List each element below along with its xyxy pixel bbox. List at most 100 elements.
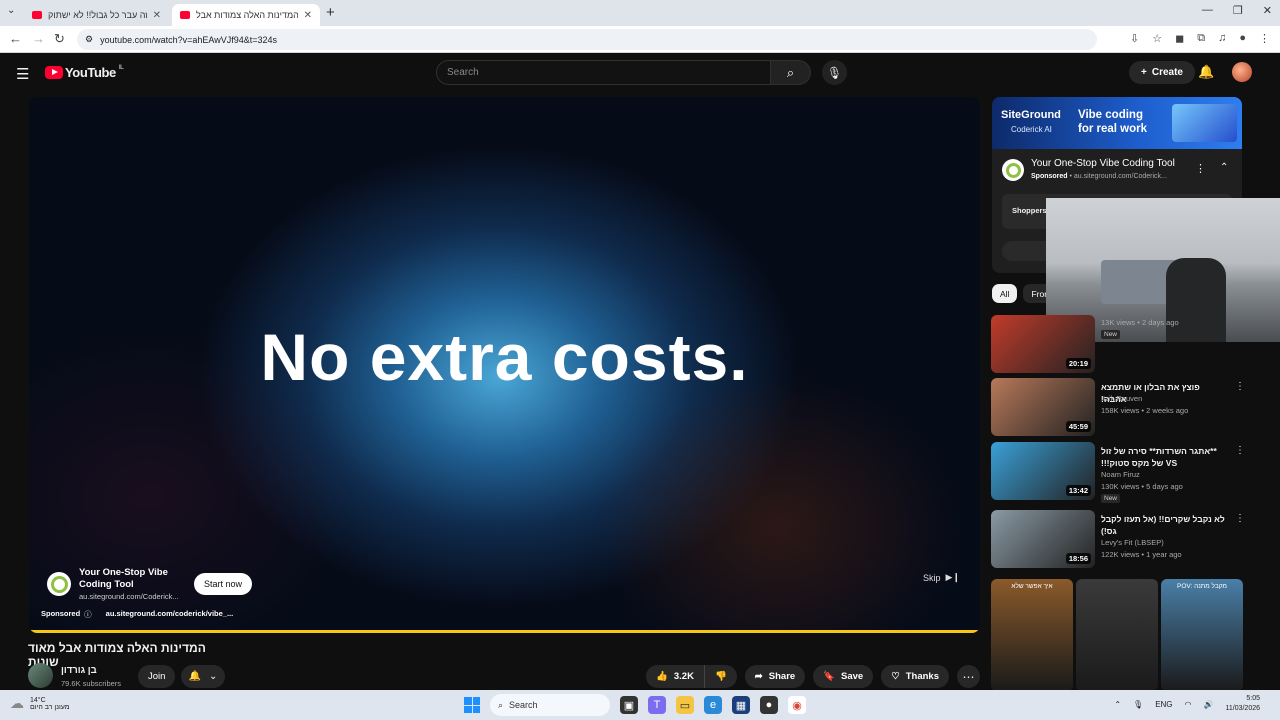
- forward-icon[interactable]: →: [32, 31, 45, 46]
- subscription-bell-button[interactable]: 🔔 ⌄: [181, 665, 225, 688]
- dislike-button[interactable]: 👎: [704, 665, 737, 688]
- minimize-icon[interactable]: —: [1202, 4, 1213, 17]
- wifi-icon[interactable]: ◠: [1185, 700, 1192, 709]
- ad-title[interactable]: Your One-Stop Vibe Coding Tool: [79, 567, 184, 591]
- youtube-logo[interactable]: YouTube IL: [45, 65, 124, 80]
- video-options-icon[interactable]: ⋮: [1235, 445, 1245, 456]
- chrome-icon[interactable]: ◉: [788, 696, 806, 714]
- tab-list-chevron-icon[interactable]: ⌄: [7, 5, 15, 16]
- skip-ad-button[interactable]: Skip ▶❙: [923, 572, 960, 583]
- close-window-icon[interactable]: ✕: [1263, 4, 1272, 17]
- browser-menu-icon[interactable]: ⋮: [1259, 32, 1270, 45]
- info-icon[interactable]: ⓘ: [84, 609, 92, 620]
- create-button[interactable]: + Create: [1129, 61, 1195, 84]
- recommendation-channel[interactable]: Itzik Reuven: [1101, 394, 1142, 403]
- join-button[interactable]: Join: [138, 665, 176, 688]
- edge-icon[interactable]: e: [704, 696, 722, 714]
- youtube-header: ☰ YouTube IL ⌕ 🎙 + Create 🔔: [0, 53, 1280, 95]
- search-input[interactable]: [436, 60, 771, 85]
- language-indicator[interactable]: ENG: [1155, 700, 1172, 709]
- start-now-button[interactable]: Start now: [194, 573, 253, 595]
- maximize-icon[interactable]: ❐: [1233, 4, 1243, 17]
- recommendation-item[interactable]: 18:56 לא נקבל שקרים!! (אל תעזו לקבל גס!) L…: [991, 510, 1245, 572]
- search-icon: ⌕: [786, 64, 795, 80]
- file-explorer-icon[interactable]: ▭: [676, 696, 694, 714]
- tab-close-icon[interactable]: ✕: [304, 10, 312, 21]
- windows-start-icon[interactable]: [464, 697, 480, 713]
- site-info-icon[interactable]: ⚙: [85, 34, 93, 45]
- more-actions-button[interactable]: ⋯: [957, 665, 980, 688]
- channel-name[interactable]: בן גורדון: [61, 665, 97, 676]
- tray-mic-icon[interactable]: 🎙: [1133, 700, 1143, 709]
- media-control-icon[interactable]: ♫: [1218, 32, 1226, 45]
- system-tray: ⌃ 🎙 ENG ◠ 🔊 5:05 11/03/2026: [1114, 694, 1260, 714]
- recommendation-title[interactable]: לא נקבל שקרים!! (אל תעזו לקבל גס!): [1101, 513, 1226, 537]
- advertiser-logo-icon[interactable]: [1002, 159, 1024, 181]
- thanks-button[interactable]: ♡ Thanks: [881, 665, 949, 688]
- recommendation-channel[interactable]: Levy's Fit (LBSEP): [1101, 538, 1164, 547]
- taskbar-search[interactable]: ⌕ Search: [490, 694, 610, 716]
- ad-progress-bar[interactable]: [29, 630, 980, 633]
- recommendation-item[interactable]: 45:59 פוצץ את הבלון או שתמצא אהבה! Itzik R…: [991, 378, 1245, 440]
- video-duration: 20:19: [1065, 358, 1091, 369]
- save-button[interactable]: 🔖 Save: [813, 665, 874, 688]
- side-ad-title[interactable]: Your One-Stop Vibe Coding Tool: [1031, 158, 1175, 169]
- chip-all[interactable]: All: [992, 284, 1018, 303]
- browser-tab-active[interactable]: המדינות האלה צמודות אבל ✕: [172, 4, 320, 26]
- weather-widget[interactable]: ☁ 14°C מעונן רב היום: [10, 695, 70, 712]
- teams-icon[interactable]: T: [648, 696, 666, 714]
- recommendation-item[interactable]: 20:19 13K views • 2 days ago New: [991, 315, 1241, 377]
- time: 5:05: [1246, 695, 1260, 702]
- collapse-chevron-icon[interactable]: ⌃: [1220, 162, 1228, 173]
- reload-icon[interactable]: ↻: [54, 31, 65, 47]
- short-item[interactable]: [1076, 579, 1158, 691]
- short-item[interactable]: איך אפשר שלא: [991, 579, 1073, 691]
- notifications-bell-icon[interactable]: 🔔: [1198, 64, 1214, 80]
- task-view-icon[interactable]: ▣: [620, 696, 638, 714]
- recommendation-item[interactable]: 13:42 **אתגר השרדות** סירה של זול VS של מ…: [991, 442, 1245, 504]
- tray-chevron-icon[interactable]: ⌃: [1114, 700, 1121, 709]
- video-actions: 👍 3.2K 👎 ➦ Share 🔖 Save ♡ Thanks ⋯: [646, 665, 980, 688]
- ad-options-icon[interactable]: ⋮: [1195, 162, 1206, 175]
- search-button[interactable]: ⌕: [771, 60, 811, 85]
- video-thumbnail[interactable]: 13:42: [991, 442, 1095, 500]
- video-player[interactable]: No extra costs. Your One-Stop Vibe Codin…: [29, 97, 980, 633]
- extension-icon[interactable]: ◼: [1175, 32, 1184, 45]
- share-button[interactable]: ➦ Share: [744, 665, 806, 688]
- voice-search-button[interactable]: 🎙: [822, 60, 847, 85]
- back-icon[interactable]: ←: [9, 31, 22, 46]
- short-item[interactable]: POV: מקבל מתנה: [1161, 579, 1243, 691]
- channel-avatar[interactable]: [28, 663, 53, 688]
- sponsored-url[interactable]: au.siteground.com/coderick/vibe_...: [106, 609, 234, 620]
- profile-icon[interactable]: ●: [1239, 32, 1246, 45]
- tab-close-icon[interactable]: ✕: [153, 10, 161, 21]
- side-ad-banner[interactable]: SiteGround Coderick AI Vibe coding for r…: [992, 97, 1242, 149]
- new-tab-button[interactable]: +: [326, 4, 335, 21]
- like-button[interactable]: 👍 3.2K: [646, 665, 705, 688]
- video-duration: 18:56: [1065, 553, 1091, 564]
- install-app-icon[interactable]: ⇩: [1130, 32, 1139, 45]
- video-duration: 13:42: [1065, 485, 1091, 496]
- cloud-icon: ☁: [10, 695, 24, 711]
- video-options-icon[interactable]: ⋮: [1235, 513, 1245, 524]
- logo-text: YouTube: [65, 65, 116, 80]
- extensions-puzzle-icon[interactable]: ⧉: [1197, 32, 1205, 45]
- hamburger-menu-icon[interactable]: ☰: [16, 65, 29, 83]
- video-options-icon[interactable]: ⋮: [1235, 381, 1245, 392]
- url-field[interactable]: ⚙ youtube.com/watch?v=ahEAwVJf94&t=324s: [77, 29, 1097, 50]
- recommendation-channel[interactable]: Noam Firuz: [1101, 470, 1140, 479]
- video-thumbnail[interactable]: 45:59: [991, 378, 1095, 436]
- video-thumbnail[interactable]: 20:19: [991, 315, 1095, 373]
- browser-tab-inactive[interactable]: זה עבר כל גבול!! לא ישתוק - e ✕: [24, 4, 169, 26]
- share-icon: ➦: [754, 671, 763, 682]
- recommendation-title[interactable]: **אתגר השרדות** סירה של זול VS של מקס סט…: [1101, 445, 1226, 469]
- app-icon[interactable]: ●: [760, 696, 778, 714]
- bookmark-star-icon[interactable]: ☆: [1152, 32, 1162, 45]
- video-thumbnail[interactable]: 18:56: [991, 510, 1095, 568]
- account-avatar[interactable]: [1232, 62, 1252, 82]
- clock[interactable]: 5:05 11/03/2026: [1225, 694, 1260, 714]
- side-ad-meta: Sponsored • au.siteground.com/Coderick..…: [1031, 173, 1167, 180]
- advertiser-logo-icon[interactable]: [47, 572, 71, 596]
- store-icon[interactable]: ▦: [732, 696, 750, 714]
- volume-icon[interactable]: 🔊: [1204, 700, 1214, 709]
